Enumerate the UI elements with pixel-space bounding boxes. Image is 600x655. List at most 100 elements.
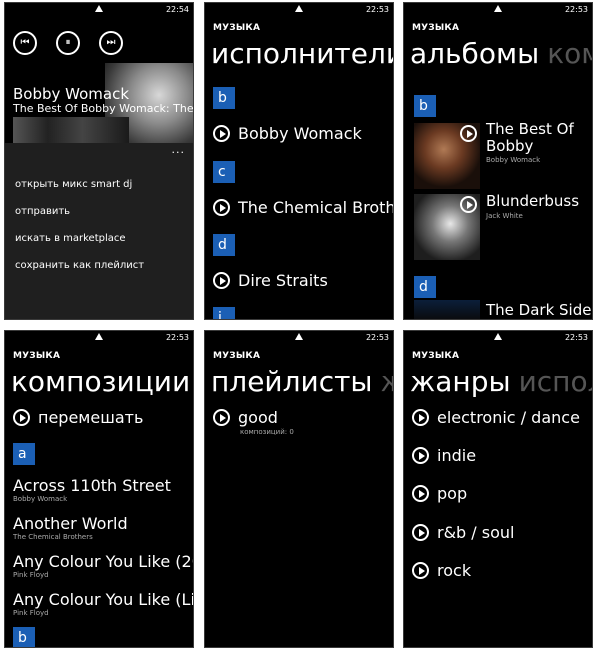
status-clock: 22:53 (365, 333, 389, 342)
group-tile-d[interactable]: d (414, 276, 436, 298)
group-tile-d[interactable]: d (213, 234, 235, 256)
playlist-item[interactable]: good (213, 408, 278, 428)
app-title: МУЗЫКА (213, 351, 261, 361)
group-tile-b[interactable]: b (13, 627, 35, 647)
previous-track-button[interactable]: ⏮ (13, 31, 37, 55)
genre-name: pop (437, 484, 468, 503)
pivot-header: композициип (11, 365, 193, 398)
play-circle-icon[interactable] (213, 408, 230, 426)
albums-screen: 22:53 МУЗЫКА альбомыкомпоз b The Best Of… (403, 2, 593, 320)
signal-icon (494, 333, 502, 340)
genre-item[interactable]: r&b / soul (412, 523, 514, 543)
status-clock: 22:53 (564, 333, 588, 342)
signal-icon (95, 333, 103, 340)
pause-icon: ⏸ (65, 37, 71, 48)
pivot-next[interactable]: исполн (519, 365, 592, 398)
song-title[interactable]: Any Colour You Like (Live (13, 590, 193, 609)
group-tile-i[interactable]: i (213, 307, 235, 319)
signal-icon (295, 5, 303, 12)
playlists-screen: 22:53 МУЗЫКА плейлисты жан good композици… (204, 330, 394, 648)
play-circle-icon[interactable] (460, 125, 477, 142)
play-circle-icon[interactable] (213, 198, 230, 216)
pivot-current[interactable]: исполнители (211, 37, 393, 70)
song-artist: Bobby Womack (13, 495, 68, 503)
pivot-next[interactable]: композ (547, 37, 592, 70)
app-title: МУЗЫКА (412, 351, 460, 361)
status-clock: 22:53 (165, 333, 189, 342)
list-item[interactable]: Dire Straits (213, 271, 328, 291)
app-title: МУЗЫКА (213, 23, 261, 33)
pivot-current[interactable]: альбомы (410, 37, 539, 70)
app-title: МУЗЫКА (13, 351, 61, 361)
signal-icon (494, 5, 502, 12)
group-tile-c[interactable]: c (213, 161, 235, 183)
genre-name: r&b / soul (437, 523, 515, 542)
album-cover[interactable] (414, 300, 480, 319)
menu-item-save-playlist[interactable]: сохранить как плейлист (15, 260, 144, 271)
playlist-count: композиций: 0 (240, 428, 294, 436)
artist-name: The Chemical Brothers (238, 198, 393, 217)
album-title[interactable]: The Dark Side (486, 302, 591, 319)
album-title-line2[interactable]: Bobby (486, 138, 533, 155)
menu-item-send[interactable]: отправить (15, 206, 70, 217)
group-tile-b[interactable]: b (414, 95, 436, 117)
pivot-current[interactable]: плейлисты (211, 365, 373, 398)
playlist-name: good (238, 408, 278, 427)
pivot-current[interactable]: жанры (410, 365, 511, 398)
genre-name: electronic / dance (437, 408, 580, 427)
play-circle-icon[interactable] (412, 408, 429, 426)
previous-icon: ⏮ (20, 37, 30, 48)
play-circle-icon[interactable] (412, 561, 429, 579)
status-bar: 22:53 (205, 3, 393, 17)
artist-name: Bobby Womack (238, 124, 362, 143)
shuffle-button[interactable]: перемешать (13, 408, 143, 428)
play-circle-icon[interactable] (460, 196, 477, 213)
status-bar: 22:53 (5, 331, 193, 345)
genre-item[interactable]: electronic / dance (412, 408, 580, 428)
menu-item-smart-dj[interactable]: открыть микс smart dj (15, 179, 132, 190)
play-circle-icon[interactable] (412, 523, 429, 541)
now-playing-album: The Best Of Bobby Womack: The (13, 102, 194, 115)
next-track-button[interactable]: ⏭ (99, 31, 123, 55)
status-clock: 22:53 (564, 5, 588, 14)
genre-item[interactable]: rock (412, 561, 471, 581)
now-playing-screen: 22:54 ⏮ ⏸ ⏭ Bobby Womack The Best Of Bob… (4, 2, 194, 320)
genre-name: indie (437, 446, 477, 465)
album-artist: Jack White (486, 212, 523, 220)
pivot-header: жанрыисполн (410, 365, 592, 398)
list-item[interactable]: Bobby Womack (213, 124, 362, 144)
play-circle-icon[interactable] (213, 124, 230, 142)
menu-item-marketplace[interactable]: искать в marketplace (15, 233, 126, 244)
song-title[interactable]: Any Colour You Like (201 (13, 552, 193, 571)
status-bar: 22:53 (404, 331, 592, 345)
group-tile-b[interactable]: b (213, 87, 235, 109)
song-title[interactable]: Another World (13, 514, 128, 533)
song-artist: Pink Floyd (13, 609, 49, 617)
genre-item[interactable]: pop (412, 484, 467, 504)
app-title: МУЗЫКА (412, 23, 460, 33)
play-circle-icon[interactable] (412, 446, 429, 464)
status-clock: 22:54 (165, 5, 189, 14)
genre-item[interactable]: indie (412, 446, 476, 466)
next-icon: ⏭ (106, 37, 116, 48)
pivot-next[interactable]: жан (381, 365, 393, 398)
pivot-header: плейлисты жан (211, 365, 393, 398)
pivot-header: альбомыкомпоз (410, 37, 592, 70)
album-title[interactable]: Blunderbuss (486, 193, 579, 210)
song-title[interactable]: Across 110th Street (13, 476, 171, 495)
play-circle-icon[interactable] (213, 271, 230, 289)
status-bar: 22:54 (5, 3, 193, 17)
play-circle-icon[interactable] (13, 408, 30, 426)
signal-icon (295, 333, 303, 340)
album-title[interactable]: The Best Of (486, 121, 574, 138)
list-item[interactable]: The Chemical Brothers (213, 198, 393, 218)
album-art-strip (13, 117, 129, 143)
artists-screen: 22:53 МУЗЫКА исполнителиал b Bobby Womac… (204, 2, 394, 320)
pause-button[interactable]: ⏸ (56, 31, 80, 55)
pivot-current[interactable]: композиции (11, 365, 190, 398)
more-icon[interactable]: ... (172, 143, 186, 156)
group-tile-a[interactable]: a (13, 443, 35, 465)
play-circle-icon[interactable] (412, 484, 429, 502)
album-artist: Bobby Womack (486, 156, 541, 164)
artist-name: Dire Straits (238, 271, 328, 290)
